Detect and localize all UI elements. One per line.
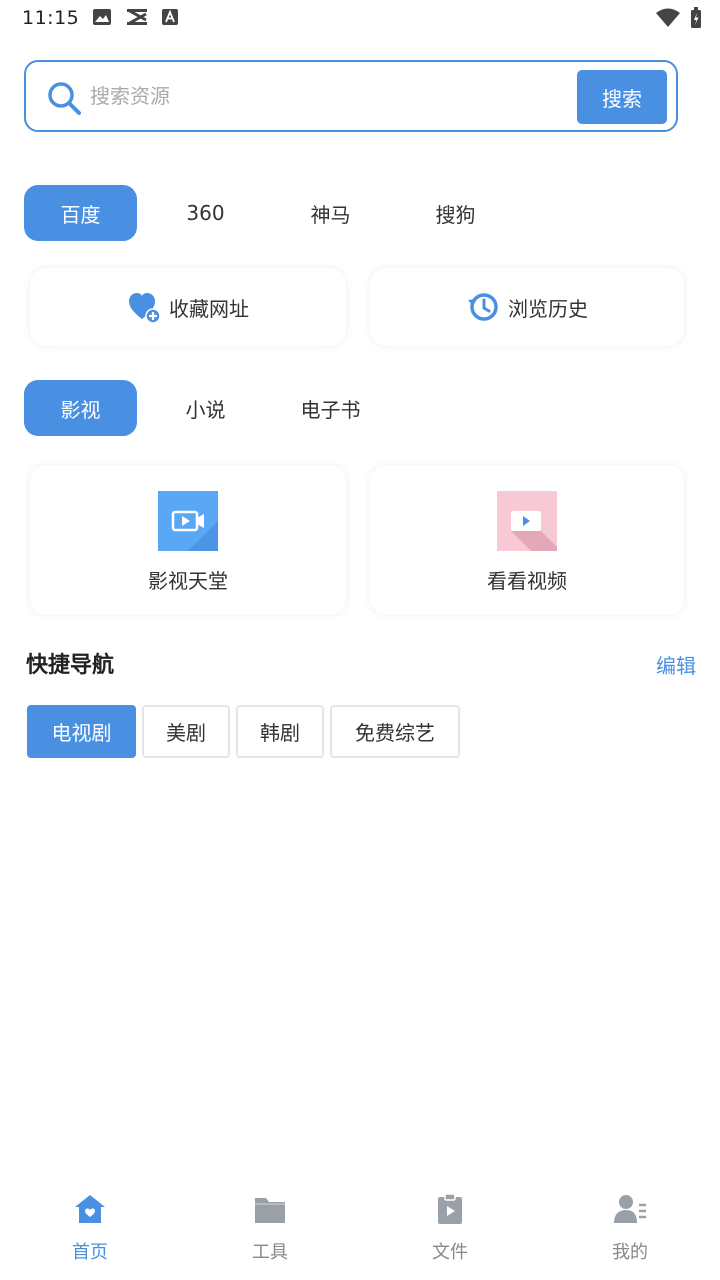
profile-icon [614,1195,646,1223]
engine-tabs: 百度 360 神马 搜狗 [24,185,524,241]
search-icon [48,82,81,115]
tab-shenma[interactable]: 神马 [274,185,387,241]
heart-plus-icon [129,293,161,324]
tab-ebook[interactable]: 电子书 [274,380,387,436]
chip-us-series[interactable]: 美剧 [142,705,230,758]
home-icon [75,1195,105,1223]
nav-tools[interactable]: 工具 [180,1184,360,1280]
history-label: 浏览历史 [508,296,588,321]
bottom-nav: 首页 工具 文件 我的 [0,1184,720,1280]
favorites-label: 收藏网址 [169,296,249,321]
search-button[interactable]: 搜索 [577,70,667,124]
font-icon [162,9,178,25]
status-icons-left [92,8,178,26]
history-card[interactable]: 浏览历史 [370,268,684,346]
site-card-kankan-shipin[interactable]: 看看视频 [370,465,684,615]
nav-tools-label: 工具 [252,1242,288,1263]
chip-free-variety[interactable]: 免费综艺 [330,705,460,758]
search-box: 搜索 [24,60,678,132]
edit-button[interactable]: 编辑 [656,650,696,679]
wifi-icon [656,8,680,27]
category-tabs: 影视 小说 电子书 [24,380,399,436]
status-icons-right [656,7,702,29]
nav-files-label: 文件 [432,1242,468,1263]
tab-baidu[interactable]: 百度 [24,185,137,241]
status-time: 11:15 [22,7,80,29]
history-icon [468,293,498,321]
nav-mine[interactable]: 我的 [540,1184,720,1280]
site-label: 看看视频 [487,569,567,593]
quick-nav-chips: 电视剧 美剧 韩剧 免费综艺 [27,705,460,758]
capcut-icon [127,8,147,26]
quick-nav-title: 快捷导航 [26,653,115,678]
video-camera-icon [158,491,218,551]
tab-novel[interactable]: 小说 [149,380,262,436]
nav-home[interactable]: 首页 [0,1184,180,1280]
folder-icon [255,1198,285,1223]
video-player-icon [497,491,557,551]
chip-korean-series[interactable]: 韩剧 [236,705,324,758]
image-icon [93,9,111,25]
tab-sogou[interactable]: 搜狗 [399,185,512,241]
tab-video[interactable]: 影视 [24,380,137,436]
nav-mine-label: 我的 [612,1242,648,1263]
nav-files[interactable]: 文件 [360,1184,540,1280]
file-icon [438,1193,462,1224]
chip-tv-series[interactable]: 电视剧 [27,705,136,758]
search-input[interactable] [90,76,570,116]
battery-icon [691,7,701,28]
favorites-card[interactable]: 收藏网址 [30,268,346,346]
site-card-yingshi-tiantang[interactable]: 影视天堂 [30,465,346,615]
site-label: 影视天堂 [148,569,228,593]
nav-home-label: 首页 [72,1242,108,1263]
status-bar: 11:15 [0,0,720,36]
tab-360[interactable]: 360 [149,185,262,241]
